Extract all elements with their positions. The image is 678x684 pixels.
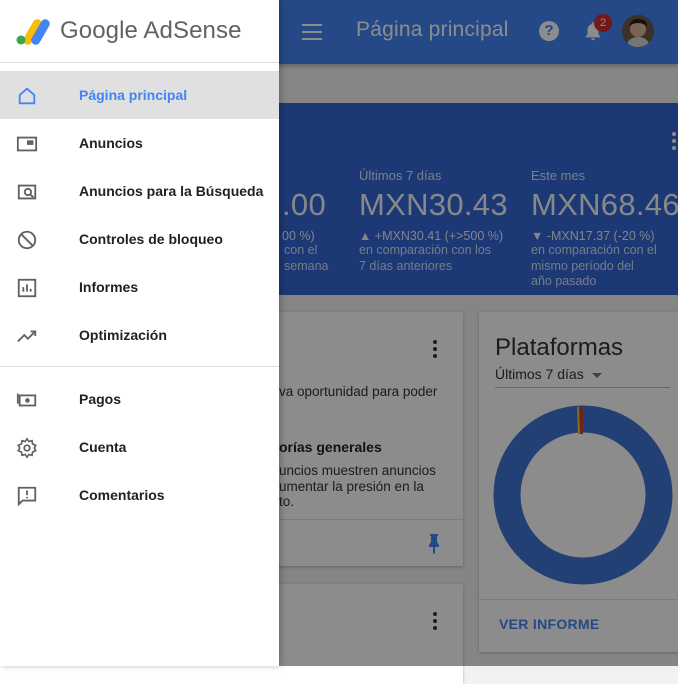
nav-item-ads[interactable]: Anuncios: [0, 119, 279, 167]
navigation-drawer: Google AdSense Página principal Anuncios…: [0, 0, 279, 666]
feedback-icon: [17, 486, 37, 507]
nav-item-reports[interactable]: Informes: [0, 263, 279, 311]
nav-item-account[interactable]: Cuenta: [0, 423, 279, 471]
brand-name: Google AdSense: [60, 17, 242, 44]
search-ads-icon: [17, 184, 37, 200]
nav-item-search-ads[interactable]: Anuncios para la Búsqueda: [0, 167, 279, 215]
block-icon: [17, 230, 37, 250]
nav-item-feedback[interactable]: Comentarios: [0, 471, 279, 519]
gear-icon: [17, 437, 37, 459]
divider: [0, 62, 279, 63]
nav-item-payments[interactable]: Pagos: [0, 375, 279, 423]
divider: [0, 366, 279, 367]
trending-icon: [17, 330, 37, 343]
nav-item-home[interactable]: Página principal: [0, 71, 279, 119]
ads-icon: [16, 136, 38, 152]
nav-item-optimization[interactable]: Optimización: [0, 311, 279, 359]
adsense-logo-icon: [16, 19, 50, 45]
reports-icon: [17, 278, 37, 298]
nav-item-blocking-controls[interactable]: Controles de bloqueo: [0, 215, 279, 263]
payments-icon: [16, 393, 37, 407]
home-icon: [18, 87, 36, 105]
